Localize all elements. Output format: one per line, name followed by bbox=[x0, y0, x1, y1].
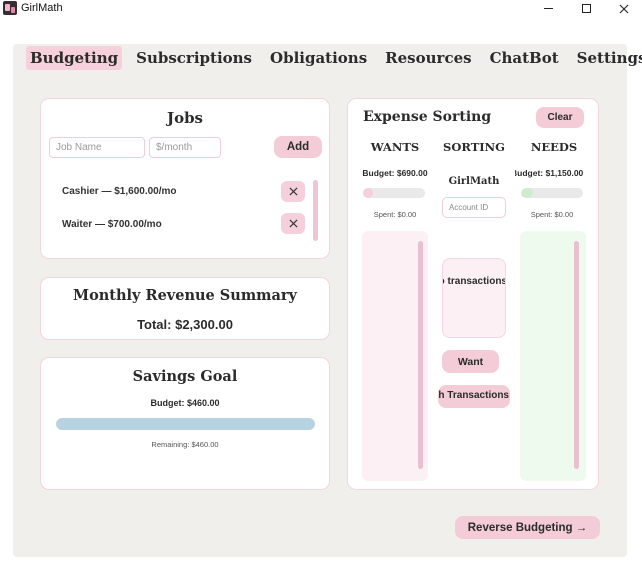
wants-budget: Budget: $690.00 bbox=[362, 168, 428, 178]
job-item: Cashier — $1,600.00/mo bbox=[62, 186, 177, 197]
wants-progress-bar bbox=[363, 188, 425, 198]
window-title: GirlMath bbox=[21, 2, 63, 14]
jobs-title: Jobs bbox=[166, 109, 204, 127]
remove-job-button[interactable] bbox=[281, 181, 305, 202]
wants-header: WANTS bbox=[370, 140, 420, 154]
tab-obligations[interactable]: Obligations bbox=[266, 46, 371, 70]
tab-resources[interactable]: Resources bbox=[381, 46, 475, 70]
job-item: Waiter — $700.00/mo bbox=[62, 219, 162, 230]
job-pay-input[interactable]: $/month bbox=[149, 137, 221, 158]
needs-drop-zone[interactable] bbox=[520, 231, 586, 481]
sorting-header: SORTING bbox=[443, 140, 505, 154]
savings-title: Savings Goal bbox=[132, 368, 238, 385]
needs-spent: Spent: $0.00 bbox=[530, 210, 574, 219]
tab-bar: Budgeting Subscriptions Obligations Reso… bbox=[26, 46, 642, 70]
expense-sorting-card: Expense Sorting Clear WANTS SORTING NEED… bbox=[347, 98, 599, 490]
job-name-input[interactable]: Job Name bbox=[49, 137, 145, 158]
wants-progress-fill bbox=[363, 188, 373, 198]
clear-button[interactable]: Clear bbox=[536, 107, 584, 128]
maximize-icon bbox=[581, 4, 591, 13]
title-bar: GirlMath bbox=[0, 0, 642, 17]
add-job-button[interactable]: Add bbox=[274, 136, 322, 158]
account-id-input[interactable]: Account ID bbox=[442, 197, 506, 218]
savings-budget: Budget: $460.00 bbox=[150, 398, 220, 408]
transaction-card[interactable]: No transactions bbox=[442, 258, 506, 338]
wants-scrollbar[interactable] bbox=[418, 241, 423, 469]
minimize-icon bbox=[543, 8, 553, 9]
close-icon bbox=[619, 4, 629, 13]
tab-subscriptions[interactable]: Subscriptions bbox=[132, 46, 256, 70]
jobs-card: Jobs Job Name $/month Add Cashier — $1,6… bbox=[40, 98, 330, 259]
maximize-button[interactable] bbox=[567, 0, 605, 17]
fetch-transactions-label: Fetch Transactions bbox=[438, 390, 509, 401]
want-button[interactable]: Want bbox=[442, 350, 499, 373]
close-icon bbox=[288, 187, 298, 196]
transaction-text: No transactions bbox=[443, 276, 506, 287]
girlmath-label: GirlMath bbox=[448, 176, 500, 187]
savings-progress-bar bbox=[56, 418, 315, 430]
needs-header: NEEDS bbox=[530, 140, 578, 154]
needs-progress-fill bbox=[521, 188, 533, 198]
revenue-title: Monthly Revenue Summary bbox=[73, 287, 297, 304]
revenue-total: Total: $2,300.00 bbox=[137, 317, 233, 332]
wants-spent: Spent: $0.00 bbox=[373, 210, 417, 219]
app-logo-icon bbox=[3, 1, 17, 15]
savings-progress-fill bbox=[56, 418, 315, 430]
remove-job-button[interactable] bbox=[281, 213, 305, 234]
expense-title: Expense Sorting bbox=[363, 109, 492, 125]
tab-settings[interactable]: Settings bbox=[573, 46, 642, 70]
jobs-scrollbar[interactable] bbox=[313, 180, 318, 241]
reverse-budgeting-button[interactable]: Reverse Budgeting → bbox=[455, 516, 600, 539]
savings-remaining: Remaining: $460.00 bbox=[151, 440, 219, 449]
close-window-button[interactable] bbox=[605, 0, 642, 17]
tab-budgeting[interactable]: Budgeting bbox=[26, 46, 123, 70]
savings-card: Savings Goal Budget: $460.00 Remaining: … bbox=[40, 357, 330, 490]
fetch-transactions-button[interactable]: Fetch Transactions bbox=[438, 385, 510, 408]
close-icon bbox=[288, 219, 298, 228]
tab-chatbot[interactable]: ChatBot bbox=[486, 46, 563, 70]
minimize-button[interactable] bbox=[529, 0, 567, 17]
needs-budget: Budget: $1,150.00 bbox=[515, 168, 584, 178]
needs-scrollbar[interactable] bbox=[574, 241, 579, 469]
revenue-card: Monthly Revenue Summary Total: $2,300.00 bbox=[40, 277, 330, 340]
wants-drop-zone[interactable] bbox=[362, 231, 428, 481]
needs-progress-bar bbox=[521, 188, 583, 198]
